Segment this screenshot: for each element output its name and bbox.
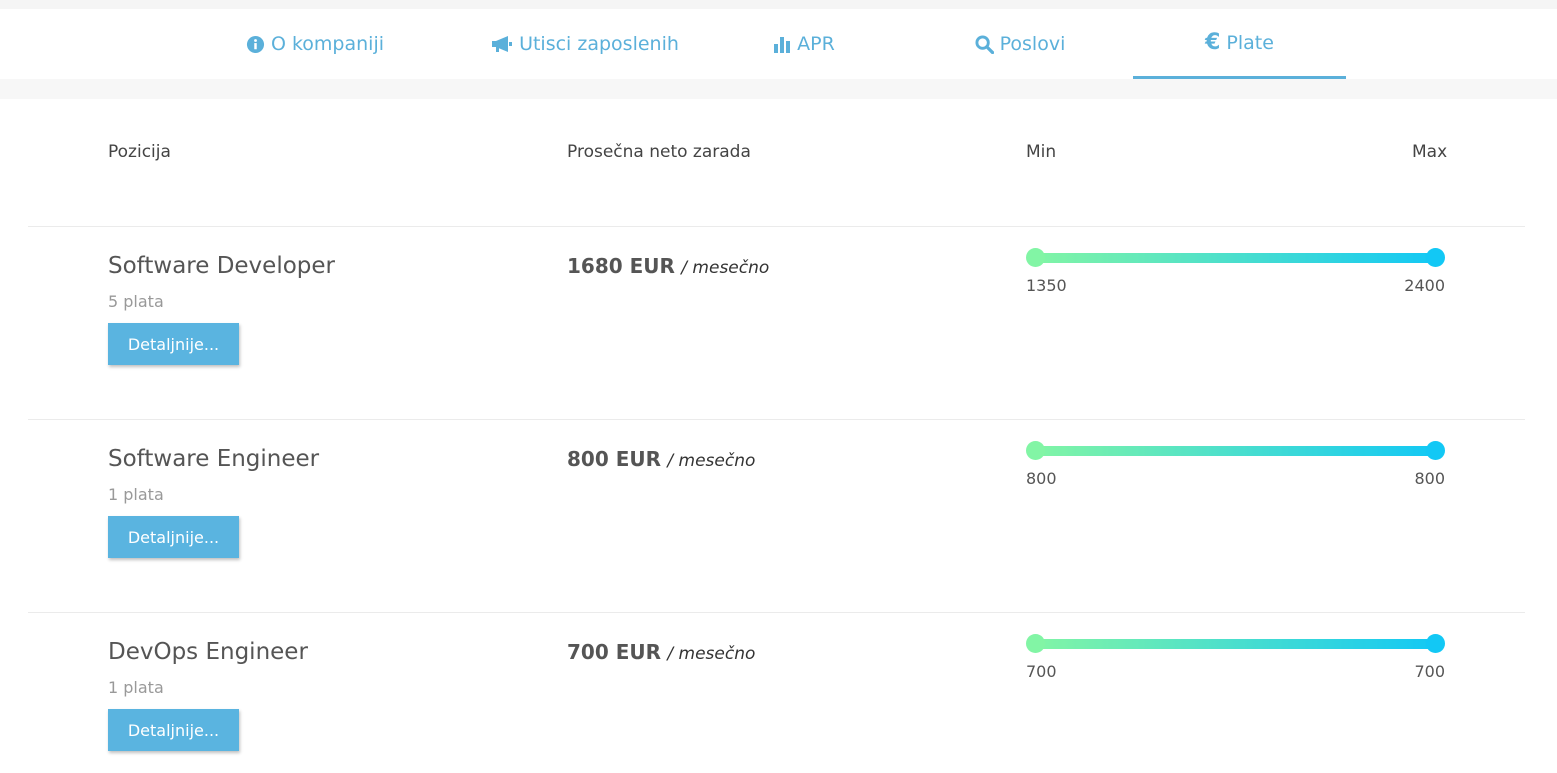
range-min-label: 800 — [1026, 469, 1057, 488]
range-min-handle — [1026, 634, 1045, 653]
average-salary-unit: / mesečno — [667, 451, 756, 471]
tab-utisci-zaposlenih[interactable]: Utisci zaposlenih — [478, 9, 692, 79]
header-max: Max — [1412, 142, 1448, 162]
details-button[interactable]: Detaljnije... — [108, 709, 239, 751]
range-gradient — [1034, 639, 1437, 649]
average-salary-value: 700 EUR — [567, 640, 662, 664]
range-max-label: 700 — [1414, 662, 1445, 681]
average-salary-value: 800 EUR — [567, 447, 662, 471]
tab-label: APR — [797, 33, 835, 55]
range-gradient — [1034, 253, 1437, 263]
tab-apr[interactable]: APR — [754, 9, 854, 79]
details-button[interactable]: Detaljnije... — [108, 516, 239, 558]
top-strip — [0, 0, 1557, 9]
range-gradient — [1034, 446, 1437, 456]
info-circle-icon — [246, 35, 265, 54]
range-max-label: 2400 — [1404, 276, 1445, 295]
tab-o-kompaniji[interactable]: O kompaniji — [230, 9, 400, 79]
average-salary-unit: / mesečno — [667, 644, 756, 664]
salary-count: 1 plata — [108, 678, 164, 697]
range-max-handle — [1426, 634, 1445, 653]
tab-plate[interactable]: € Plate — [1133, 9, 1346, 79]
salary-count: 1 plata — [108, 485, 164, 504]
header-prosecna-neto-zarada: Prosečna neto zarada — [567, 142, 751, 162]
row-divider — [28, 419, 1525, 420]
average-salary: 700 EUR / mesečno — [567, 640, 755, 664]
tab-poslovi[interactable]: Poslovi — [955, 9, 1085, 79]
position-title: Software Developer — [108, 253, 335, 279]
position-title: Software Engineer — [108, 446, 320, 472]
row-divider — [28, 226, 1525, 227]
range-min-handle — [1026, 248, 1045, 267]
header-min: Min — [1026, 142, 1057, 162]
salary-range-bar — [1026, 441, 1445, 461]
details-button[interactable]: Detaljnije... — [108, 323, 239, 365]
search-icon — [975, 34, 994, 54]
salary-count: 5 plata — [108, 292, 164, 311]
range-min-label: 700 — [1026, 662, 1057, 681]
tab-label: Plate — [1226, 31, 1274, 54]
row-divider — [28, 612, 1525, 613]
tab-label: O kompaniji — [270, 33, 385, 55]
range-min-handle — [1026, 441, 1045, 460]
average-salary: 800 EUR / mesečno — [567, 447, 755, 471]
megaphone-icon — [491, 35, 513, 53]
average-salary-unit: / mesečno — [681, 258, 770, 278]
range-max-label: 800 — [1414, 469, 1445, 488]
salary-range-bar — [1026, 634, 1445, 654]
range-max-handle — [1426, 248, 1445, 267]
bar-chart-icon — [773, 35, 791, 53]
euro-icon: € — [1205, 30, 1221, 55]
average-salary: 1680 EUR / mesečno — [567, 254, 769, 278]
salary-range-bar — [1026, 248, 1445, 268]
range-max-handle — [1426, 441, 1445, 460]
range-min-label: 1350 — [1026, 276, 1067, 295]
header-pozicija: Pozicija — [108, 142, 171, 162]
tab-label: Poslovi — [999, 33, 1066, 55]
nav-shadow-bar — [0, 79, 1557, 99]
position-title: DevOps Engineer — [108, 639, 308, 665]
tab-label: Utisci zaposlenih — [519, 33, 679, 55]
average-salary-value: 1680 EUR — [567, 254, 675, 278]
